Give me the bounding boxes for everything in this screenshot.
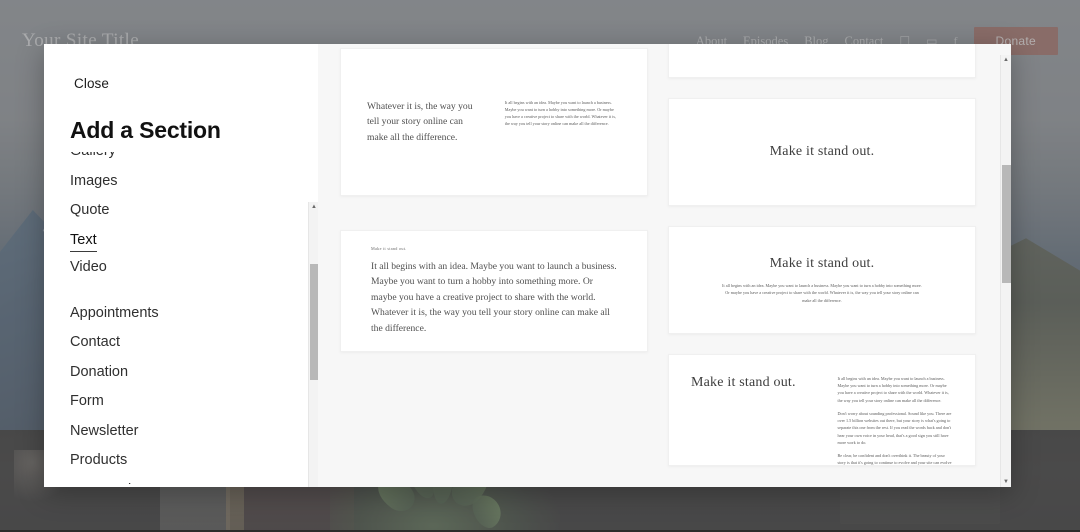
card-body-paragraph: Be clear, be confident and don't overthi… <box>838 452 953 466</box>
card-body-text: It all begins with an idea. Maybe you wa… <box>371 259 617 337</box>
page-title: Add a Section <box>70 117 318 144</box>
scroll-up-arrow-icon[interactable]: ▲ <box>311 204 317 210</box>
card-eyebrow-label: Make it stand out. <box>371 246 617 251</box>
preview-scrollbar[interactable]: ▲ ▼ <box>1000 55 1011 487</box>
template-preview-panel: difference. Whatever it is, the way you … <box>318 44 1011 487</box>
preview-scrollbar-track[interactable] <box>1001 65 1011 477</box>
sidebar-item-form[interactable]: Form <box>70 386 104 416</box>
card-body-text: It all begins with an idea. Maybe you wa… <box>721 282 923 304</box>
template-card[interactable]: difference. <box>668 44 976 78</box>
section-type-list: Gallery Images Quote Text Video Appointm… <box>70 152 292 484</box>
sidebar-item-images[interactable]: Images <box>70 166 118 196</box>
template-card[interactable]: Make it stand out. It all begins with an… <box>668 226 976 334</box>
scroll-down-arrow-icon[interactable]: ▼ <box>1003 479 1009 485</box>
card-body-paragraph: It all begins with an idea. Maybe you wa… <box>838 375 953 404</box>
sidebar-item-gallery[interactable]: Gallery <box>70 152 116 166</box>
sidebar-item-newsletter[interactable]: Newsletter <box>70 416 139 446</box>
card-body-text: It all begins with an idea. Maybe you wa… <box>505 99 621 128</box>
preview-scrollbar-thumb[interactable] <box>1002 165 1011 283</box>
modal-sidebar: Close Add a Section Gallery Images Quote… <box>44 44 318 487</box>
template-card[interactable]: Make it stand out. It all begins with an… <box>340 230 648 352</box>
sidebar-item-products[interactable]: Products <box>70 445 127 475</box>
sidebar-item-video[interactable]: Video <box>70 252 107 282</box>
sidebar-item-donation[interactable]: Donation <box>70 357 128 387</box>
add-a-section-modal: Close Add a Section Gallery Images Quote… <box>44 44 1011 487</box>
template-card-grid: difference. Whatever it is, the way you … <box>318 44 998 487</box>
sidebar-item-quote[interactable]: Quote <box>70 195 110 225</box>
template-card[interactable]: Whatever it is, the way you tell your st… <box>340 48 648 196</box>
template-card[interactable]: Make it stand out. <box>668 98 976 206</box>
card-body-paragraph: Don't worry about sounding professional.… <box>838 410 953 446</box>
sidebar-item-text[interactable]: Text <box>70 225 97 253</box>
card-quote-text: Whatever it is, the way you tell your st… <box>367 99 479 146</box>
template-card[interactable]: Make it stand out. It all begins with an… <box>668 354 976 466</box>
card-heading: Make it stand out. <box>721 256 923 272</box>
sidebar-item-reservations[interactable]: Reservations <box>70 475 155 485</box>
card-heading: Make it stand out. <box>691 375 812 391</box>
scroll-up-arrow-icon[interactable]: ▲ <box>1003 57 1009 63</box>
sidebar-item-appointments[interactable]: Appointments <box>70 298 159 328</box>
sidebar-item-contact[interactable]: Contact <box>70 327 120 357</box>
sidebar-group-divider <box>70 282 292 298</box>
close-button[interactable]: Close <box>70 74 113 93</box>
card-heading: Make it stand out. <box>697 144 947 160</box>
